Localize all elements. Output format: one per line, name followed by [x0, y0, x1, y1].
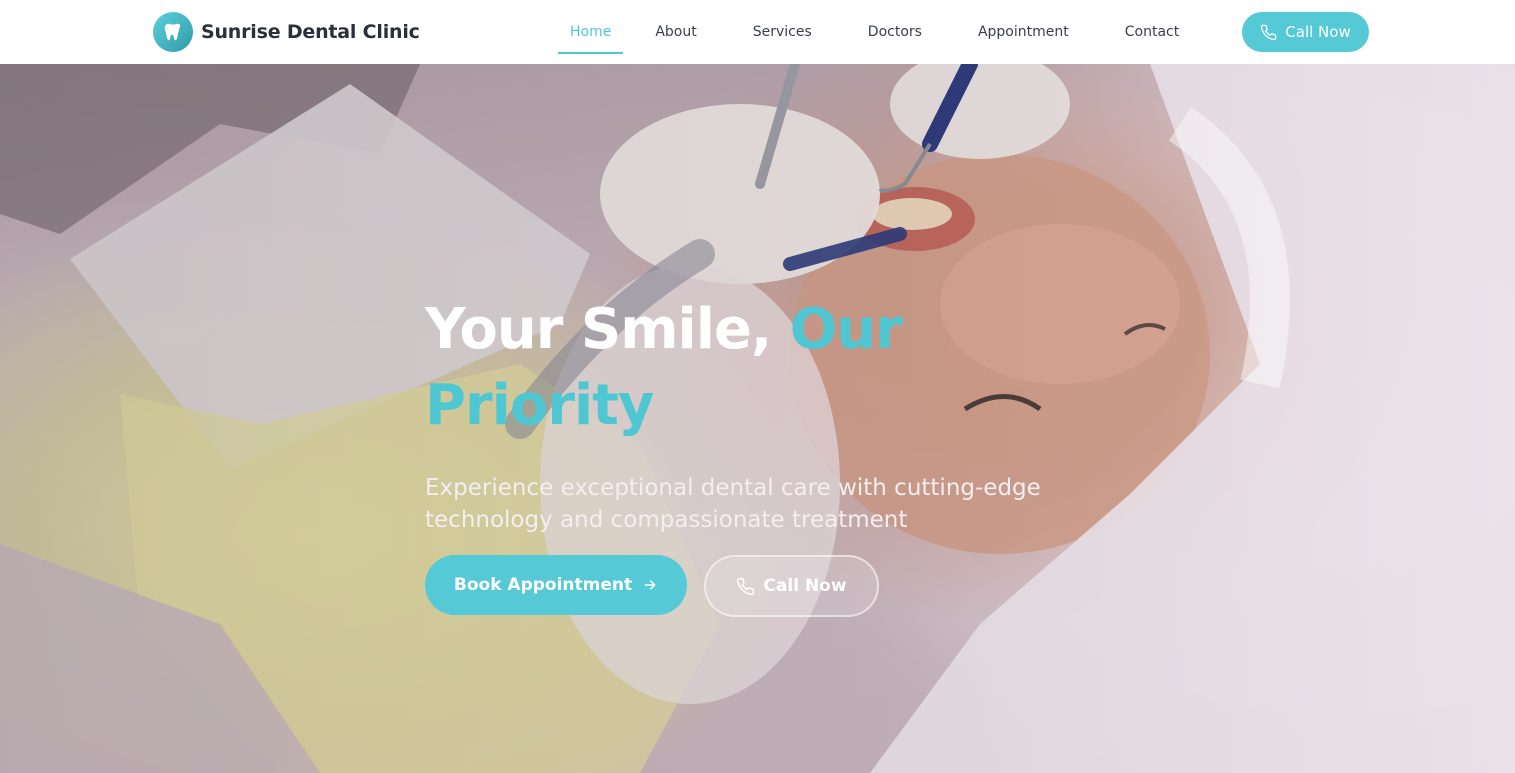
hero-title: Your Smile, Our Priority — [425, 292, 1125, 444]
nav-call-now-button[interactable]: Call Now — [1242, 12, 1369, 52]
tooth-icon — [153, 12, 193, 52]
nav-item-contact[interactable]: Contact — [1113, 0, 1191, 64]
brand-link[interactable]: Sunrise Dental Clinic — [153, 12, 420, 52]
nav-item-about[interactable]: About — [643, 0, 708, 64]
phone-icon — [736, 577, 755, 596]
nav-call-now-label: Call Now — [1285, 23, 1351, 41]
phone-icon — [1260, 24, 1277, 41]
hero-actions: Book Appointment Call Now — [425, 555, 879, 617]
hero-subtitle: Experience exceptional dental care with … — [425, 475, 1041, 533]
nav-item-doctors[interactable]: Doctors — [856, 0, 934, 64]
hero-title-accent-1: Our — [789, 297, 903, 362]
nav-item-services[interactable]: Services — [741, 0, 824, 64]
brand-name: Sunrise Dental Clinic — [201, 21, 420, 43]
nav-item-home[interactable]: Home — [558, 0, 624, 64]
hero-title-main: Your Smile, — [425, 297, 772, 362]
book-appointment-button[interactable]: Book Appointment — [425, 555, 687, 615]
main-nav: Home About Services Doctors Appointment … — [558, 0, 1191, 64]
hero-call-now-label: Call Now — [763, 576, 847, 596]
navbar: Sunrise Dental Clinic Home About Service… — [0, 0, 1515, 64]
hero-title-accent-2: Priority — [425, 373, 654, 438]
hero-call-now-button[interactable]: Call Now — [704, 555, 879, 617]
arrow-right-icon — [642, 577, 658, 593]
hero-content: Your Smile, Our Priority Experience exce… — [425, 292, 1125, 617]
book-appointment-label: Book Appointment — [453, 575, 633, 595]
nav-item-appointment[interactable]: Appointment — [966, 0, 1081, 64]
hero-section: Your Smile, Our Priority Experience exce… — [0, 64, 1515, 773]
